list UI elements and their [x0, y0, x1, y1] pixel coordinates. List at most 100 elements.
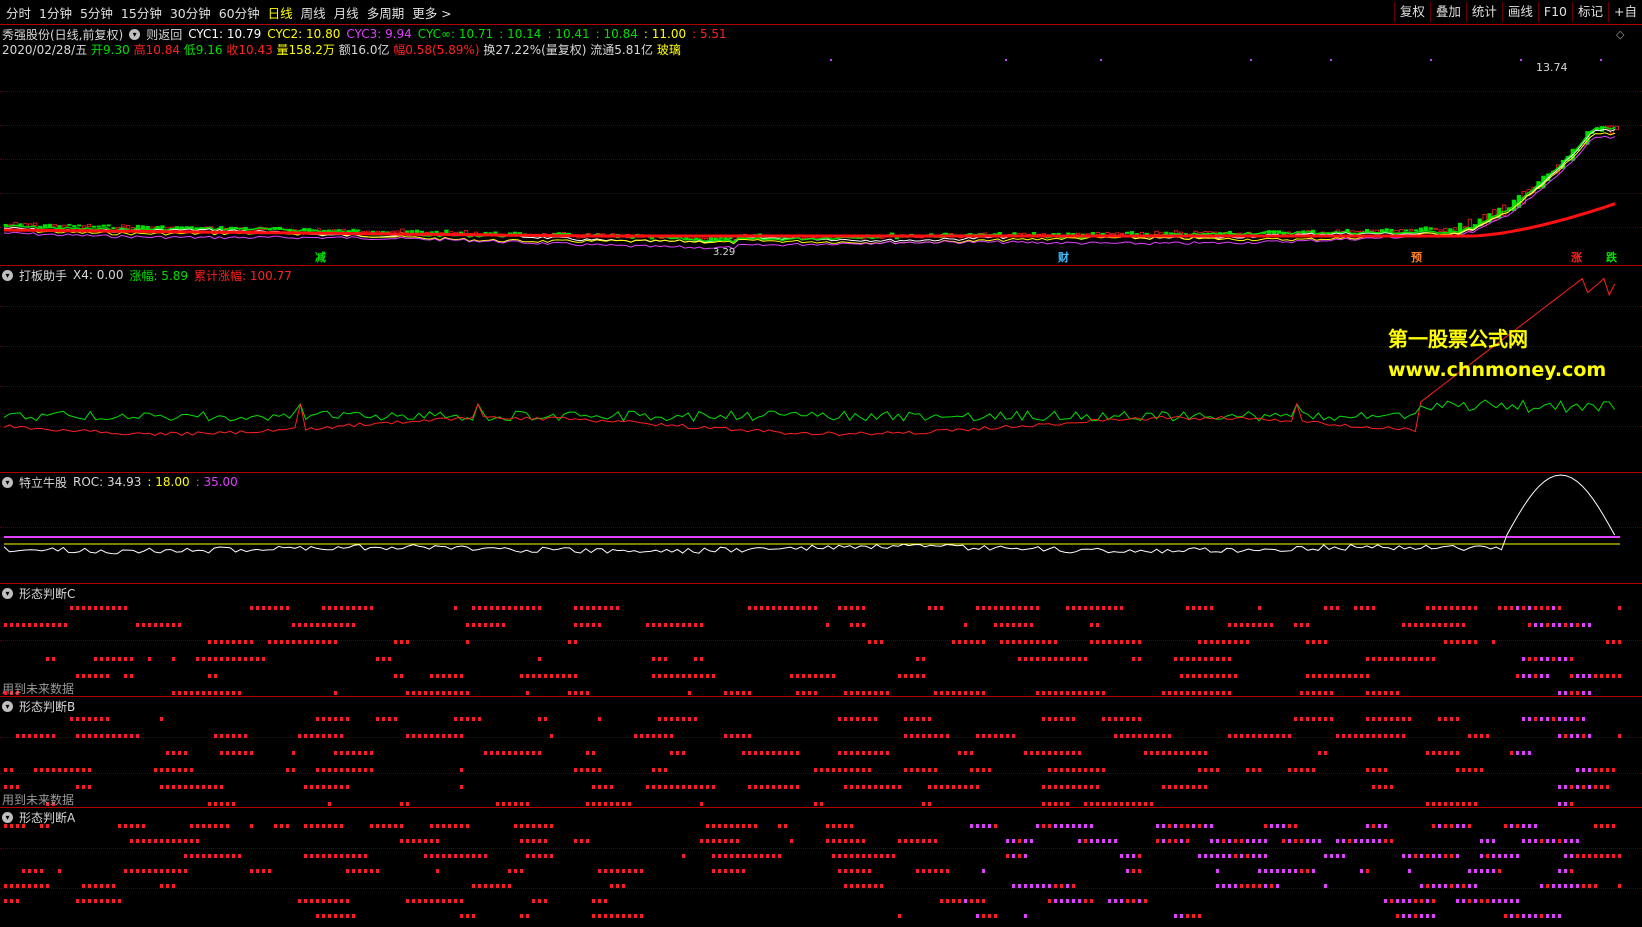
pattern-dot — [538, 839, 541, 843]
indicator-toggle-icon[interactable]: ▾ — [129, 28, 141, 40]
pattern-dot — [436, 839, 439, 843]
pattern-dot — [1576, 691, 1579, 695]
pattern-dot — [748, 854, 751, 858]
pattern-dot — [844, 768, 847, 772]
candle — [1404, 229, 1409, 232]
pattern-dot — [574, 606, 577, 610]
pattern-dot — [442, 824, 445, 828]
panel-toggle-icon[interactable]: ▾ — [2, 269, 13, 281]
tab-fenshi[interactable]: 分时 — [2, 3, 35, 22]
xingtai-b-panel[interactable]: ▾ 形态判断B 用到未来数据 — [0, 696, 1642, 808]
event-marker-down[interactable]: 跌 — [1606, 249, 1617, 265]
tab-weekly[interactable]: 周线 — [297, 3, 330, 22]
pattern-dot — [1564, 785, 1567, 789]
candle — [91, 225, 96, 228]
pattern-dot — [520, 802, 523, 806]
event-marker-up[interactable]: 涨 — [1571, 249, 1582, 265]
pattern-dot — [1024, 751, 1027, 755]
tab-monthly[interactable]: 月线 — [330, 3, 363, 22]
pattern-dot — [304, 785, 307, 789]
pattern-dot — [946, 734, 949, 738]
pattern-dot — [1048, 884, 1051, 888]
signal-dot — [1100, 59, 1102, 61]
signal-dot — [1005, 59, 1007, 61]
pattern-dot — [40, 768, 43, 772]
panel-toggle-icon[interactable]: ▾ — [2, 476, 13, 488]
panel-toggle-icon[interactable]: ▾ — [2, 700, 13, 712]
pattern-dot — [1126, 802, 1129, 806]
pattern-dot — [1492, 899, 1495, 903]
pattern-dot — [4, 899, 7, 903]
stats-button[interactable]: 统计 — [1465, 2, 1502, 22]
daban-panel[interactable]: ▾ 打板助手 X4: 0.00 涨幅: 5.89 累计涨幅: 100.77 第一… — [0, 265, 1642, 473]
pattern-dot — [886, 854, 889, 858]
pattern-dot — [208, 824, 211, 828]
main-kline-panel[interactable]: 秀强股份(日线,前复权) ▾ 则返回 CYC1: 10.79 CYC2: 10.… — [0, 24, 1642, 266]
tab-15min[interactable]: 15分钟 — [117, 3, 166, 22]
pattern-dot — [1054, 785, 1057, 789]
pattern-dot — [670, 751, 673, 755]
pattern-dot — [292, 751, 295, 755]
overlay-button[interactable]: 叠加 — [1429, 2, 1466, 22]
pattern-dot — [154, 768, 157, 772]
expand-icon[interactable]: ◇ — [1616, 28, 1624, 41]
pattern-dot — [1558, 914, 1561, 918]
pattern-dot — [868, 640, 871, 644]
panel-toggle-icon[interactable]: ▾ — [2, 587, 13, 599]
mark-button[interactable]: 标记 — [1572, 2, 1608, 22]
pattern-dot — [76, 606, 79, 610]
pattern-dot — [664, 734, 667, 738]
teli-panel[interactable]: ▾ 特立牛股 ROC: 34.93 : 18.00 : 35.00 — [0, 472, 1642, 584]
pattern-dot — [784, 785, 787, 789]
pattern-dot — [1546, 657, 1549, 661]
pattern-dot — [1042, 751, 1045, 755]
tab-5min[interactable]: 5分钟 — [76, 3, 117, 22]
pattern-dot — [598, 914, 601, 918]
f10-button[interactable]: F10 — [1537, 2, 1572, 22]
pattern-dot — [610, 869, 613, 873]
pattern-dot — [1186, 606, 1189, 610]
event-marker-finance[interactable]: 财 — [1058, 249, 1069, 265]
pattern-dot — [1096, 606, 1099, 610]
tab-more[interactable]: 更多 > — [408, 3, 455, 22]
draw-line-button[interactable]: 画线 — [1501, 2, 1538, 22]
pattern-dot — [232, 657, 235, 661]
pattern-dot — [1366, 606, 1369, 610]
event-marker-forecast[interactable]: 预 — [1411, 249, 1422, 265]
pattern-dot — [1276, 884, 1279, 888]
tab-60min[interactable]: 60分钟 — [215, 3, 264, 22]
tab-daily[interactable]: 日线 — [264, 3, 297, 22]
panel-toggle-icon[interactable]: ▾ — [2, 811, 13, 823]
pattern-dot — [514, 606, 517, 610]
tab-30min[interactable]: 30分钟 — [166, 3, 215, 22]
pattern-dot — [34, 734, 37, 738]
pattern-dot — [796, 785, 799, 789]
fuquan-button[interactable]: 复权 — [1393, 2, 1430, 22]
pattern-dot — [724, 854, 727, 858]
pattern-dot — [928, 717, 931, 721]
pattern-dot — [874, 640, 877, 644]
event-marker-reduce[interactable]: 减 — [315, 249, 326, 265]
xingtai-c-panel[interactable]: ▾ 形态判断C 用到未来数据 — [0, 583, 1642, 697]
tab-multi-period[interactable]: 多周期 — [363, 3, 409, 22]
pattern-dot — [220, 785, 223, 789]
pattern-dot — [1054, 640, 1057, 644]
pattern-dot — [520, 674, 523, 678]
pattern-dot — [850, 884, 853, 888]
pattern-dot — [1300, 839, 1303, 843]
add-custom-button[interactable]: +自 — [1608, 2, 1642, 22]
pattern-dot — [1204, 640, 1207, 644]
pattern-dot — [220, 802, 223, 806]
pattern-dot — [1168, 824, 1171, 828]
pattern-dot — [1366, 768, 1369, 772]
pattern-dot — [1198, 674, 1201, 678]
tab-1min[interactable]: 1分钟 — [35, 3, 76, 22]
pattern-dot — [148, 839, 151, 843]
pattern-dot — [538, 854, 541, 858]
xingtai-a-panel[interactable]: ▾ 形态判断A — [0, 807, 1642, 927]
pattern-dot — [1510, 824, 1513, 828]
pattern-dot — [1384, 839, 1387, 843]
pattern-dot — [928, 839, 931, 843]
pattern-dot — [442, 734, 445, 738]
pattern-dot — [976, 691, 979, 695]
